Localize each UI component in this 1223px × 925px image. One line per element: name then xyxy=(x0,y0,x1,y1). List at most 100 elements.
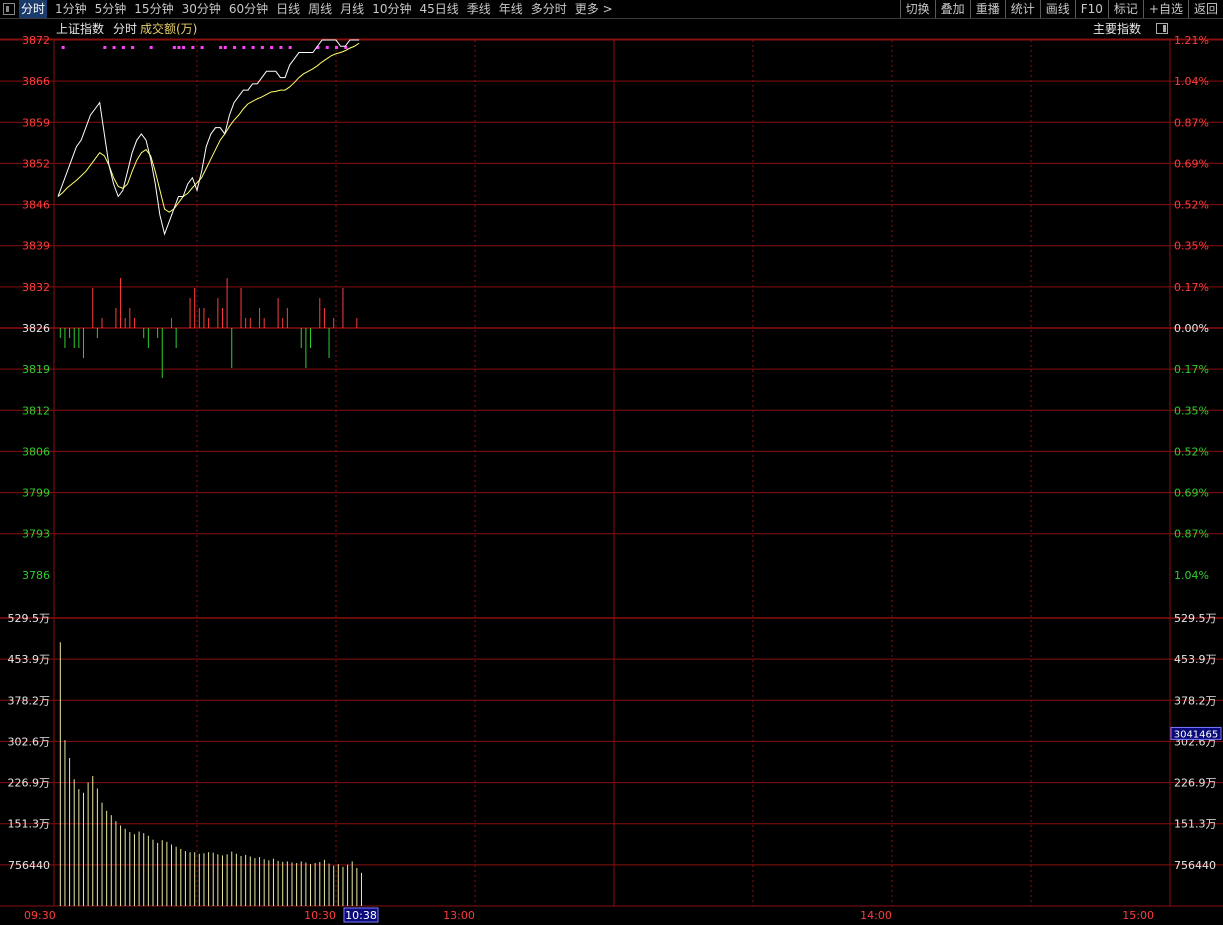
toolbar-action-7[interactable]: +自选 xyxy=(1142,0,1188,18)
signal-dot xyxy=(61,46,65,49)
volume-unit-label: 成交额(万) xyxy=(140,21,197,36)
period-tab-0[interactable]: 分时 xyxy=(19,0,48,18)
volume-tick-left: 302.6万 xyxy=(8,735,51,748)
volume-tick-left: 378.2万 xyxy=(8,694,51,707)
toolbar-action-0[interactable]: 切换 xyxy=(899,0,935,18)
toolbar-action-5[interactable]: F10 xyxy=(1074,0,1108,18)
volume-bars xyxy=(59,642,362,906)
signal-dot xyxy=(288,46,292,49)
price-tick: 3872 xyxy=(22,34,50,47)
index-name: 上证指数 xyxy=(56,21,104,36)
chart-grid xyxy=(0,38,1223,907)
toolbar-action-6[interactable]: 标记 xyxy=(1107,0,1143,18)
period-tab-6[interactable]: 日线 xyxy=(276,0,300,18)
period-tab-2[interactable]: 5分钟 xyxy=(95,0,127,18)
signal-dot xyxy=(233,46,237,49)
percent-tick: 0.69% xyxy=(1174,487,1209,500)
period-tab-3[interactable]: 15分钟 xyxy=(134,0,173,18)
price-tick: 3806 xyxy=(22,445,50,458)
percent-tick: 0.17% xyxy=(1174,363,1209,376)
period-tab-4[interactable]: 30分钟 xyxy=(182,0,221,18)
toolbar-actions: 切换 叠加 重播 统计 画线 F10 标记 +自选 返回 xyxy=(899,0,1223,18)
percent-tick: 0.35% xyxy=(1174,240,1209,253)
sidebar-toggle-icon[interactable] xyxy=(3,3,15,15)
signal-dot xyxy=(270,46,274,49)
price-tick: 3793 xyxy=(22,528,50,541)
signal-dot xyxy=(182,46,186,49)
time-label: 15:00 xyxy=(1122,909,1154,922)
signal-dot xyxy=(335,46,338,49)
period-tab-11[interactable]: 季线 xyxy=(467,0,491,18)
percent-tick: 0.52% xyxy=(1174,199,1209,212)
mode-label: 分时 xyxy=(113,22,137,36)
time-label: 13:00 xyxy=(443,909,475,922)
toolbar-action-4[interactable]: 画线 xyxy=(1039,0,1075,18)
time-label: 14:00 xyxy=(860,909,892,922)
volume-tick-right: 453.9万 xyxy=(1174,653,1217,666)
period-tab-1[interactable]: 1分钟 xyxy=(55,0,87,18)
percent-tick: 0.87% xyxy=(1174,528,1209,541)
signal-dot xyxy=(260,46,264,49)
signal-dot xyxy=(219,46,223,49)
period-tabs: 分时 1分钟 5分钟 15分钟 30分钟 60分钟 日线 周线 月线 10分钟 45日线 季线 年线 多分… xyxy=(0,0,621,18)
signal-dot xyxy=(121,46,125,49)
time-label: 10:30 xyxy=(304,909,336,922)
signal-dot xyxy=(242,46,246,49)
volume-tick-right: 756440 xyxy=(1174,859,1216,872)
toolbar-action-3[interactable]: 统计 xyxy=(1004,0,1040,18)
volume-tick-right: 378.2万 xyxy=(1174,694,1217,707)
volume-tick-right: 151.3万 xyxy=(1174,818,1217,831)
intraday-chart[interactable]: 3872 3866 3859 3852 3846 3839 3832 3826 3819 3812… xyxy=(0,19,1223,925)
toolbar-action-8[interactable]: 返回 xyxy=(1187,0,1223,18)
signal-dot xyxy=(251,46,255,49)
price-tick: 3812 xyxy=(22,404,50,417)
time-label-start: 09:30 xyxy=(24,909,56,922)
period-tab-10[interactable]: 45日线 xyxy=(419,0,458,18)
period-tab-8[interactable]: 月线 xyxy=(340,0,364,18)
period-tab-14[interactable]: 更多 > xyxy=(575,0,613,18)
period-tab-5[interactable]: 60分钟 xyxy=(229,0,268,18)
period-tab-7[interactable]: 周线 xyxy=(308,0,332,18)
panel-toggle-icon[interactable] xyxy=(1156,23,1168,34)
percent-tick: 0.52% xyxy=(1174,445,1209,458)
volume-tick-left: 756440 xyxy=(8,859,50,872)
price-tick: 3832 xyxy=(22,281,50,294)
signal-dot xyxy=(103,46,107,49)
price-tick: 3786 xyxy=(22,569,50,582)
percent-tick: 0.87% xyxy=(1174,116,1209,129)
volume-tick-right: 529.5万 xyxy=(1174,612,1217,625)
percent-tick: 0.17% xyxy=(1174,281,1209,294)
main-index-button[interactable]: 主要指数 xyxy=(1093,21,1141,36)
signal-dot xyxy=(112,46,116,49)
percent-tick-base: 0.00% xyxy=(1174,322,1209,335)
signal-dot xyxy=(191,46,195,49)
price-tick: 3799 xyxy=(22,487,50,500)
period-tab-9[interactable]: 10分钟 xyxy=(372,0,411,18)
price-tick: 3866 xyxy=(22,75,50,88)
toolbar-action-1[interactable]: 叠加 xyxy=(934,0,970,18)
price-tick: 3846 xyxy=(22,199,50,212)
percent-tick: 1.04% xyxy=(1174,569,1209,582)
toolbar-action-2[interactable]: 重播 xyxy=(969,0,1005,18)
period-tab-13[interactable]: 多分时 xyxy=(531,0,567,18)
price-tick: 3819 xyxy=(22,363,50,376)
price-tick: 3839 xyxy=(22,240,50,253)
signal-dot xyxy=(279,46,283,49)
signal-dots xyxy=(61,46,348,49)
toolbar: 分时 1分钟 5分钟 15分钟 30分钟 60分钟 日线 周线 月线 10分钟 45日线 季线 年线 多分… xyxy=(0,0,1223,19)
percent-tick: 0.69% xyxy=(1174,157,1209,170)
signal-dot xyxy=(200,46,204,49)
signal-dot xyxy=(177,46,181,49)
volume-tick-left: 226.9万 xyxy=(8,777,51,790)
signal-dot xyxy=(131,46,135,49)
signal-dot xyxy=(325,46,329,49)
price-tick: 3852 xyxy=(22,157,50,170)
cursor-time-label: 10:38 xyxy=(345,909,377,922)
price-tick-base: 3826 xyxy=(22,322,50,335)
percent-tick: 1.21% xyxy=(1174,34,1209,47)
period-tab-12[interactable]: 年线 xyxy=(499,0,523,18)
signal-dot xyxy=(172,46,176,49)
current-volume-value: 3041465 xyxy=(1174,729,1219,740)
signal-dot xyxy=(149,46,153,49)
price-tick: 3859 xyxy=(22,116,50,129)
